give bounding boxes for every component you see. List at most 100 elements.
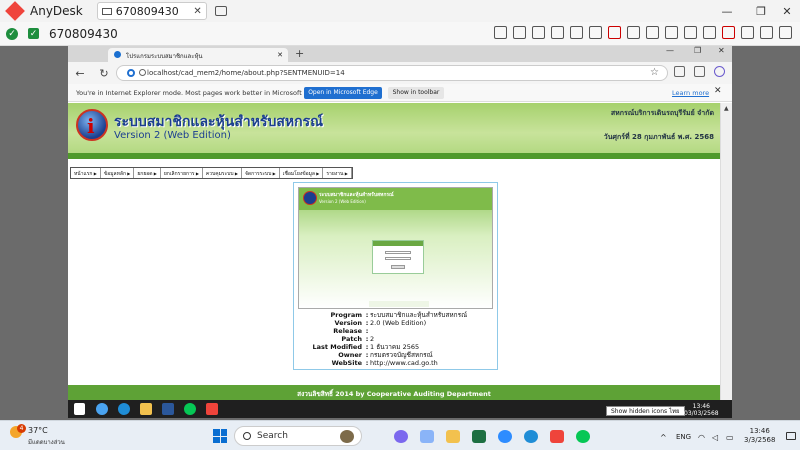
collections-icon[interactable]: [694, 66, 705, 77]
info-value: ระบบสมาชิกและหุ้นสำหรับสหกรณ์: [370, 311, 468, 319]
menu-item-carry-forward[interactable]: ยกยอด: [134, 168, 161, 178]
remote-screen[interactable]: โปรแกรมระบบสมาชิกและหุ้น ✕ + — ❐ ✕ ← ↻ l…: [68, 46, 732, 418]
search-highlight-icon[interactable]: [340, 430, 354, 443]
zoom-icon[interactable]: [498, 430, 512, 443]
wifi-icon[interactable]: ◠: [698, 433, 705, 442]
web-page: i ระบบสมาชิกและหุ้นสำหรับสหกรณ์ Version …: [68, 103, 720, 418]
remote-anydesk-icon[interactable]: [206, 403, 218, 415]
anydesk-session-bar: ✓ ✓ 670809430: [0, 22, 800, 46]
show-in-toolbar-button[interactable]: Show in toolbar: [388, 87, 444, 99]
notification-icon[interactable]: [786, 432, 796, 440]
header-divider: [68, 153, 720, 159]
program-info-table: Program: ระบบสมาชิกและหุ้นสำหรับสหกรณ์ Ve…: [298, 311, 495, 367]
remote-explorer-icon[interactable]: [140, 403, 152, 415]
info-value: [370, 327, 495, 335]
draw-icon[interactable]: [760, 26, 773, 39]
anydesk-logo-icon: [5, 1, 25, 21]
site-header: i ระบบสมาชิกและหุ้นสำหรับสหกรณ์ Version …: [68, 103, 720, 153]
menu-item-system-admin[interactable]: จัดการระบบ: [242, 168, 280, 178]
back-icon[interactable]: ←: [68, 67, 92, 80]
browser-minimize-button[interactable]: —: [666, 46, 674, 55]
menu-item-home[interactable]: หน้าแรก: [71, 168, 101, 178]
file-transfer-icon[interactable]: [589, 26, 602, 39]
info-label: Version: [334, 319, 362, 327]
clipboard-icon[interactable]: [646, 26, 659, 39]
keyboard-icon[interactable]: [684, 26, 697, 39]
mini-title: ระบบสมาชิกและหุ้นสำหรับสหกรณ์: [319, 192, 394, 198]
anydesk-session-tab[interactable]: 670809430 ✕: [96, 2, 207, 20]
info-row-owner: Owner: กรมตรวจบัญชีสหกรณ์: [298, 351, 495, 359]
chat-icon[interactable]: [494, 26, 507, 39]
tray-chevron-icon[interactable]: ^: [660, 433, 667, 442]
whiteboard-icon[interactable]: [608, 26, 621, 39]
database-icon[interactable]: [532, 26, 545, 39]
menu-item-data-link[interactable]: เชื่อมโยงข้อมูล: [280, 168, 324, 178]
action-icon[interactable]: [665, 26, 678, 39]
edge-icon[interactable]: [524, 430, 538, 443]
language-indicator[interactable]: ENG: [676, 433, 691, 441]
anydesk-toolbar: [494, 26, 792, 39]
ie-mode-icon[interactable]: [127, 69, 135, 77]
menu-item-reports[interactable]: รายงาน: [323, 168, 352, 178]
message-icon[interactable]: [627, 26, 640, 39]
favorites-icon[interactable]: [674, 66, 685, 77]
volume-icon[interactable]: ◁: [712, 433, 718, 442]
remote-copilot-icon[interactable]: [96, 403, 108, 415]
menu-item-system-control[interactable]: ควบคุมระบบ: [203, 168, 242, 178]
menu-item-master-data[interactable]: ข้อมูลหลัก: [101, 168, 135, 178]
learn-more-link[interactable]: Learn more: [672, 89, 709, 97]
minimize-button[interactable]: —: [712, 0, 742, 22]
menu-icon[interactable]: [779, 26, 792, 39]
favorite-star-icon[interactable]: ☆: [650, 67, 659, 78]
menu-item-cancel-transaction[interactable]: ยกเลิกรายการ: [161, 168, 203, 178]
browser-tab-title: โปรแกรมระบบสมาชิกและหุ้น: [126, 53, 203, 60]
taskbar-clock[interactable]: 13:46 3/3/2568: [744, 427, 775, 445]
remote-edge-icon[interactable]: [118, 403, 130, 415]
anydesk-title-bar: AnyDesk 670809430 ✕ — ❐ ✕: [0, 0, 800, 22]
mini-header: ระบบสมาชิกและหุ้นสำหรับสหกรณ์ Version 2 …: [299, 188, 492, 210]
privacy-icon[interactable]: [722, 26, 735, 39]
display-icon[interactable]: [570, 26, 583, 39]
open-in-edge-button[interactable]: Open in Microsoft Edge: [304, 87, 382, 99]
info-label: Owner: [338, 351, 362, 359]
address-bar[interactable]: localhost/cad_mem2/home/about.php?SENTME…: [116, 65, 668, 81]
star-icon[interactable]: [551, 26, 564, 39]
remote-time: 13:46: [692, 403, 710, 410]
refresh-icon[interactable]: ↻: [92, 67, 116, 80]
copilot-icon[interactable]: [714, 66, 725, 77]
info-label: Last Modified: [312, 343, 362, 351]
remote-line-icon[interactable]: [184, 403, 196, 415]
address-bar-row: ← ↻ localhost/cad_mem2/home/about.php?SE…: [68, 62, 732, 84]
info-value: 2.0 (Web Edition): [370, 319, 427, 327]
scroll-up-icon[interactable]: ▲: [724, 105, 729, 112]
anydesk-icon[interactable]: [550, 430, 564, 443]
screenshot-icon[interactable]: [703, 26, 716, 39]
new-session-icon[interactable]: [214, 6, 227, 16]
browser-close-button[interactable]: ✕: [718, 46, 725, 55]
page-scrollbar[interactable]: ▲ ▼: [720, 103, 732, 418]
remote-start-icon[interactable]: [74, 403, 85, 415]
close-tab-icon[interactable]: ✕: [277, 51, 283, 59]
start-button[interactable]: [213, 429, 227, 443]
hourglass-icon[interactable]: [513, 26, 526, 39]
file-explorer-icon[interactable]: [446, 430, 460, 443]
new-tab-icon[interactable]: +: [295, 47, 304, 60]
info-label: Program: [330, 311, 362, 319]
line-icon[interactable]: [576, 430, 590, 443]
close-ie-bar-icon[interactable]: ✕: [714, 86, 722, 96]
record-icon[interactable]: [741, 26, 754, 39]
remote-word-icon[interactable]: [162, 403, 174, 415]
info-label: WebSite: [331, 359, 362, 367]
close-tab-icon[interactable]: ✕: [193, 6, 201, 17]
close-window-button[interactable]: ✕: [772, 0, 800, 22]
battery-icon[interactable]: ▭: [726, 433, 734, 442]
weather-badge: 4: [17, 424, 26, 433]
browser-restore-button[interactable]: ❐: [694, 46, 701, 55]
remote-clock[interactable]: 13:46 03/03/2568: [684, 403, 719, 417]
remote-date: 03/03/2568: [684, 410, 719, 417]
copilot-icon[interactable]: [394, 430, 408, 443]
excel-icon[interactable]: [472, 430, 486, 443]
widgets-icon[interactable]: [420, 430, 434, 443]
site-info-icon[interactable]: [139, 69, 146, 76]
browser-tab[interactable]: โปรแกรมระบบสมาชิกและหุ้น ✕: [108, 48, 288, 62]
